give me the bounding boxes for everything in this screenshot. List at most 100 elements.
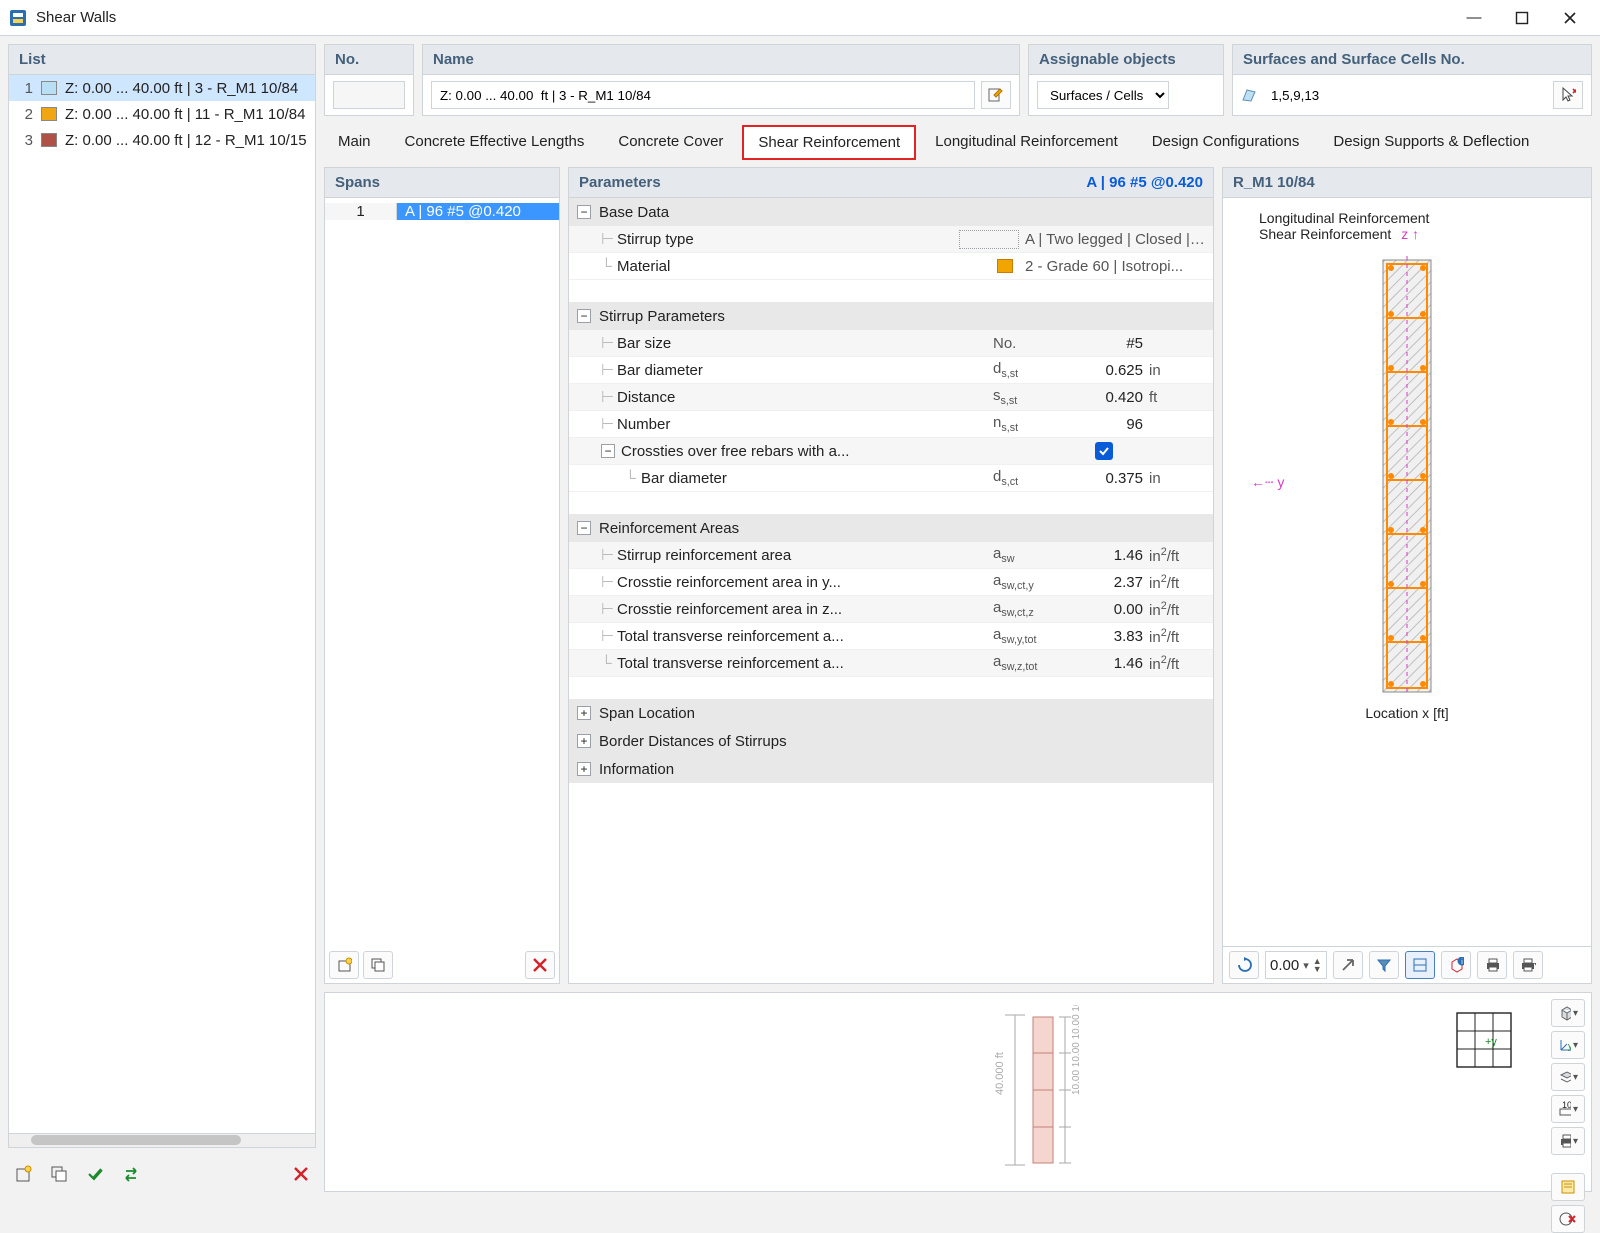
new-item-button[interactable]	[8, 1160, 38, 1188]
spans-toolbar	[325, 947, 559, 983]
preview-refresh-button[interactable]	[1229, 951, 1259, 979]
expand-icon[interactable]: +	[577, 762, 591, 776]
print-icon	[1558, 1133, 1571, 1149]
name-input[interactable]	[431, 81, 975, 109]
chevron-down-icon: ▾	[1303, 959, 1309, 972]
surfaces-input[interactable]	[1263, 81, 1547, 109]
tab-concrete-cover[interactable]: Concrete Cover	[604, 126, 737, 159]
tab-longitudinal-reinforcement[interactable]: Longitudinal Reinforcement	[921, 126, 1132, 159]
report-button[interactable]	[1551, 1173, 1585, 1201]
edit-icon	[988, 87, 1004, 103]
parameters-body[interactable]: − Base Data ⊢ Stirrup type A | Two legge…	[569, 198, 1213, 983]
bottom-toolbar: y 10	[1551, 999, 1585, 1233]
param-material[interactable]: └ Material 2 - Grade 60 | Isotropi...	[569, 253, 1213, 280]
pick-surfaces-button[interactable]	[1553, 81, 1583, 109]
group-base-data[interactable]: − Base Data	[569, 198, 1213, 226]
preview-print-button[interactable]	[1477, 951, 1507, 979]
transfer-icon	[122, 1165, 140, 1183]
param-bar-size[interactable]: ⊢ Bar size No. #5	[569, 330, 1213, 357]
list-item[interactable]: 1 Z: 0.00 ... 40.00 ft | 3 - R_M1 10/84	[9, 75, 315, 101]
param-label: Total transverse reinforcement a...	[617, 628, 993, 645]
group-reinforcement-areas[interactable]: − Reinforcement Areas	[569, 514, 1213, 542]
check-button[interactable]	[80, 1160, 110, 1188]
param-asw[interactable]: ⊢ Stirrup reinforcement area asw 1.46 in…	[569, 542, 1213, 569]
param-crossties[interactable]: − Crossties over free rebars with a...	[569, 438, 1213, 465]
filter-icon	[1376, 957, 1392, 973]
tab-effective-lengths[interactable]: Concrete Effective Lengths	[391, 126, 599, 159]
preview-3d-button[interactable]: i	[1441, 951, 1471, 979]
layers-button[interactable]	[1551, 1063, 1585, 1091]
param-asw-y-tot[interactable]: ⊢ Total transverse reinforcement a... as…	[569, 623, 1213, 650]
param-stirrup-type[interactable]: ⊢ Stirrup type A | Two legged | Closed |…	[569, 226, 1213, 253]
duplicate-item-button[interactable]	[44, 1160, 74, 1188]
param-value: 2 - Grade 60 | Isotropi...	[1025, 258, 1205, 275]
no-input[interactable]	[333, 81, 405, 109]
preview-filter-button[interactable]	[1369, 951, 1399, 979]
collapse-icon[interactable]: −	[577, 205, 591, 219]
param-unit: in2/ft	[1149, 627, 1205, 646]
group-stirrup-params[interactable]: − Stirrup Parameters	[569, 302, 1213, 330]
cancel-button[interactable]	[1551, 1205, 1585, 1233]
layers-icon	[1558, 1069, 1571, 1085]
scale-button[interactable]: 10	[1551, 1095, 1585, 1123]
param-distance[interactable]: ⊢ Distance ss,st 0.420 ft	[569, 384, 1213, 411]
group-title: Base Data	[599, 204, 669, 221]
minimize-button[interactable]: —	[1452, 4, 1496, 32]
group-title: Border Distances of Stirrups	[599, 733, 787, 750]
spans-grid[interactable]: 1 A | 96 #5 @0.420	[325, 198, 559, 947]
expand-icon[interactable]: +	[577, 734, 591, 748]
window-title: Shear Walls	[36, 9, 1452, 26]
view-cube-button[interactable]	[1551, 999, 1585, 1027]
param-ct-bar-diameter[interactable]: └ Bar diameter ds,ct 0.375 in	[569, 465, 1213, 492]
bottom-print-button[interactable]	[1551, 1127, 1585, 1155]
group-border-distances[interactable]: + Border Distances of Stirrups	[569, 727, 1213, 755]
print-menu-icon	[1520, 957, 1536, 973]
param-value: 0.420	[1065, 389, 1149, 406]
close-button[interactable]	[1548, 4, 1592, 32]
preview-section-button[interactable]	[1405, 951, 1435, 979]
collapse-icon[interactable]: −	[601, 444, 615, 458]
assignable-select[interactable]: Surfaces / Cells	[1037, 81, 1169, 109]
refresh-icon	[1236, 956, 1252, 974]
delete-item-button[interactable]	[286, 1160, 316, 1188]
surface-icon	[1241, 88, 1257, 102]
crossties-checkbox[interactable]	[1095, 442, 1113, 460]
transfer-button[interactable]	[116, 1160, 146, 1188]
group-information[interactable]: + Information	[569, 755, 1213, 783]
param-asw-z-tot[interactable]: └ Total transverse reinforcement a... as…	[569, 650, 1213, 677]
list-body[interactable]: 1 Z: 0.00 ... 40.00 ft | 3 - R_M1 10/84 …	[9, 75, 315, 1133]
new-span-button[interactable]	[329, 951, 359, 979]
location-spinner[interactable]: 0.00 ▾ ▲▼	[1265, 951, 1327, 979]
axis-z-arrow-icon: ↑	[1412, 226, 1419, 242]
param-asw-ct-z[interactable]: ⊢ Crosstie reinforcement area in z... as…	[569, 596, 1213, 623]
tab-design-configurations[interactable]: Design Configurations	[1138, 126, 1314, 159]
legend-shear: Shear Reinforcement	[1259, 226, 1391, 242]
copy-span-button[interactable]	[363, 951, 393, 979]
tab-design-supports-deflection[interactable]: Design Supports & Deflection	[1319, 126, 1543, 159]
print-icon	[1484, 957, 1500, 973]
param-label: Material	[617, 258, 869, 275]
edit-name-button[interactable]	[981, 81, 1011, 109]
collapse-icon[interactable]: −	[577, 309, 591, 323]
maximize-button[interactable]	[1500, 4, 1544, 32]
cursor-pick-icon	[1560, 86, 1576, 104]
spin-down-icon[interactable]: ▼	[1313, 965, 1322, 973]
elevation-height: 40.000 ft	[994, 1052, 1006, 1095]
spans-row[interactable]: 1 A | 96 #5 @0.420	[325, 198, 559, 224]
preview-print-menu-button[interactable]	[1513, 951, 1543, 979]
expand-icon[interactable]: +	[577, 706, 591, 720]
tab-main[interactable]: Main	[324, 126, 385, 159]
list-item[interactable]: 3 Z: 0.00 ... 40.00 ft | 12 - R_M1 10/15	[9, 127, 315, 153]
param-asw-ct-y[interactable]: ⊢ Crosstie reinforcement area in y... as…	[569, 569, 1213, 596]
delete-span-button[interactable]	[525, 951, 555, 979]
param-bar-diameter[interactable]: ⊢ Bar diameter ds,st 0.625 in	[569, 357, 1213, 384]
tab-shear-reinforcement[interactable]: Shear Reinforcement	[743, 126, 915, 159]
param-number[interactable]: ⊢ Number ns,st 96	[569, 411, 1213, 438]
list-panel: List 1 Z: 0.00 ... 40.00 ft | 3 - R_M1 1…	[8, 44, 316, 1148]
preview-arrow-button[interactable]	[1333, 951, 1363, 979]
collapse-icon[interactable]: −	[577, 521, 591, 535]
list-horizontal-scrollbar[interactable]	[9, 1133, 315, 1147]
axes-button[interactable]: y	[1551, 1031, 1585, 1059]
list-item[interactable]: 2 Z: 0.00 ... 40.00 ft | 11 - R_M1 10/84	[9, 101, 315, 127]
group-span-location[interactable]: + Span Location	[569, 699, 1213, 727]
